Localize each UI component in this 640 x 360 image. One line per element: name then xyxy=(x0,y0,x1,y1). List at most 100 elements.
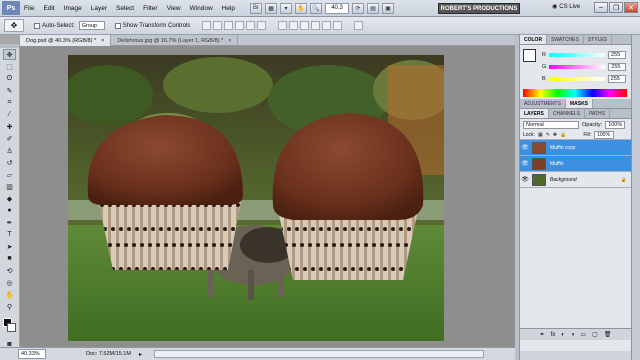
tab-swatches[interactable]: SWATCHES xyxy=(547,35,584,44)
healing-tool-icon[interactable]: ✚ xyxy=(3,121,16,132)
screen-mode-icon[interactable]: ▣ xyxy=(382,2,395,14)
tab-styles[interactable]: STYLES xyxy=(584,35,613,44)
tab-paths[interactable]: PATHS xyxy=(585,109,610,118)
color-spectrum-bar[interactable] xyxy=(523,89,627,97)
menu-image[interactable]: Image xyxy=(64,5,82,12)
tab-adjustments[interactable]: ADJUSTMENTS xyxy=(520,99,566,108)
distribute-vcenter-icon[interactable] xyxy=(289,21,299,30)
visibility-eye-icon[interactable]: 👁 xyxy=(520,176,530,183)
3d-rotate-tool-icon[interactable]: ⟲ xyxy=(3,265,16,276)
extras-icon[interactable]: ▾ xyxy=(280,2,293,14)
link-layers-icon[interactable]: ⚭ xyxy=(540,331,545,338)
close-tab-icon[interactable]: × xyxy=(101,38,104,44)
color-panel-foreground-swatch[interactable] xyxy=(523,49,536,62)
menu-filter[interactable]: Filter xyxy=(143,5,157,12)
status-menu-icon[interactable]: ▸ xyxy=(139,351,142,358)
lock-pixels-icon[interactable]: ✎ xyxy=(546,132,550,138)
align-right-icon[interactable] xyxy=(257,21,267,30)
bridge-icon[interactable]: Br xyxy=(250,2,263,14)
arrange-icon[interactable]: ▤ xyxy=(367,2,380,14)
eyedropper-tool-icon[interactable]: ⁄ xyxy=(3,109,16,120)
restore-button[interactable]: ❐ xyxy=(609,2,623,13)
clone-stamp-tool-icon[interactable]: ♙ xyxy=(3,145,16,156)
new-layer-icon[interactable]: ▢ xyxy=(592,331,598,338)
tab-color[interactable]: COLOR xyxy=(520,35,548,44)
menu-edit[interactable]: Edit xyxy=(43,5,54,12)
align-bottom-icon[interactable] xyxy=(224,21,234,30)
blur-tool-icon[interactable]: ◆ xyxy=(3,193,16,204)
gradient-tool-icon[interactable]: ▥ xyxy=(3,181,16,192)
distribute-bottom-icon[interactable] xyxy=(300,21,310,30)
status-zoom-field[interactable]: 40.33% xyxy=(18,349,46,359)
opacity-field[interactable]: 100% xyxy=(605,120,626,129)
align-left-icon[interactable] xyxy=(235,21,245,30)
new-group-icon[interactable]: ▭ xyxy=(580,331,586,338)
tab-channels[interactable]: CHANNELS xyxy=(549,109,586,118)
workspace-brand-button[interactable]: ROBERT'S PRODUCTIONS xyxy=(438,3,520,14)
visibility-eye-icon[interactable]: 👁 xyxy=(520,144,530,151)
green-value[interactable]: 255 xyxy=(608,63,627,71)
tab-delishrous-jpg[interactable]: Delishrous.jpg @ 16.7% (Layer 1, RGB/8) … xyxy=(111,35,239,46)
blue-value[interactable]: 255 xyxy=(607,75,626,83)
blend-mode-dropdown[interactable]: Normal xyxy=(523,120,579,129)
type-tool-icon[interactable]: T xyxy=(3,229,16,240)
menu-layer[interactable]: Layer xyxy=(91,5,107,12)
green-slider[interactable] xyxy=(549,65,606,69)
layer-row-muffin-copy[interactable]: 👁 Muffin copy xyxy=(520,140,631,156)
pen-tool-icon[interactable]: ✒ xyxy=(3,217,16,228)
fill-field[interactable]: 100% xyxy=(594,130,615,139)
visibility-eye-icon[interactable]: 👁 xyxy=(520,160,530,167)
red-slider[interactable] xyxy=(548,53,605,57)
auto-select-dropdown[interactable]: Group xyxy=(78,21,105,30)
zoom-tool-icon[interactable]: ⚲ xyxy=(3,301,16,312)
mini-bridge-icon[interactable]: ▦ xyxy=(265,2,278,14)
close-button[interactable]: ✕ xyxy=(624,2,638,13)
photoshop-logo[interactable]: Ps xyxy=(2,1,20,15)
auto-align-layers-icon[interactable] xyxy=(354,21,364,30)
lock-position-icon[interactable]: ✥ xyxy=(553,132,557,138)
distribute-left-icon[interactable] xyxy=(311,21,321,30)
auto-select-checkbox[interactable]: Auto-Select: xyxy=(34,22,75,29)
adjustment-layer-icon[interactable]: ◑ xyxy=(571,332,575,338)
align-vcenter-icon[interactable] xyxy=(213,21,223,30)
menu-file[interactable]: File xyxy=(24,5,34,12)
lock-all-icon[interactable]: 🔒 xyxy=(560,132,566,138)
rotate-icon[interactable]: ⟳ xyxy=(352,2,365,14)
document-image[interactable] xyxy=(68,55,444,341)
cs-live-button[interactable]: ◉ CS Live xyxy=(552,3,580,11)
tools-panel-grip[interactable] xyxy=(0,44,19,48)
history-brush-tool-icon[interactable]: ↺ xyxy=(3,157,16,168)
hand-icon[interactable]: ✋ xyxy=(295,2,308,14)
fx-icon[interactable]: fx xyxy=(551,332,556,338)
menu-help[interactable]: Help xyxy=(222,5,235,12)
layer-row-background[interactable]: 👁 Background 🔒 xyxy=(520,172,631,188)
tab-layers[interactable]: LAYERS xyxy=(520,109,549,118)
dodge-tool-icon[interactable]: ● xyxy=(3,205,16,216)
close-tab-icon[interactable]: × xyxy=(228,38,231,44)
menu-select[interactable]: Select xyxy=(116,5,134,12)
red-value[interactable]: 255 xyxy=(607,51,626,59)
brush-tool-icon[interactable]: ✐ xyxy=(3,133,16,144)
minimize-button[interactable]: – xyxy=(594,2,608,13)
distribute-hcenter-icon[interactable] xyxy=(322,21,332,30)
3d-orbit-tool-icon[interactable]: ◎ xyxy=(3,277,16,288)
lasso-tool-icon[interactable]: ʘ xyxy=(3,73,16,84)
zoom-level-field[interactable]: 40.3 xyxy=(325,2,350,14)
crop-tool-icon[interactable]: ⌗ xyxy=(3,97,16,108)
layer-row-muffin[interactable]: 👁 Muffin xyxy=(520,156,631,172)
move-tool-preset-icon[interactable]: ✥ xyxy=(4,19,24,32)
tab-masks[interactable]: MASKS xyxy=(565,99,594,108)
add-mask-icon[interactable]: ◐ xyxy=(561,332,565,338)
align-top-icon[interactable] xyxy=(202,21,212,30)
delete-layer-icon[interactable]: 🗑 xyxy=(604,331,612,338)
hand-tool-icon[interactable]: ✋ xyxy=(3,289,16,300)
path-selection-tool-icon[interactable]: ➤ xyxy=(3,241,16,252)
align-hcenter-icon[interactable] xyxy=(246,21,256,30)
marquee-tool-icon[interactable]: ⬚ xyxy=(3,61,16,72)
move-tool-icon[interactable]: ✥ xyxy=(3,49,16,60)
tab-dog-psd[interactable]: Dog.psd @ 40.3% (RGB/8) * × xyxy=(20,35,112,46)
blue-slider[interactable] xyxy=(548,77,605,81)
eraser-tool-icon[interactable]: ▱ xyxy=(3,169,16,180)
zoom-icon[interactable]: 🔍 xyxy=(310,2,323,14)
quick-select-tool-icon[interactable]: ✎ xyxy=(3,85,16,96)
